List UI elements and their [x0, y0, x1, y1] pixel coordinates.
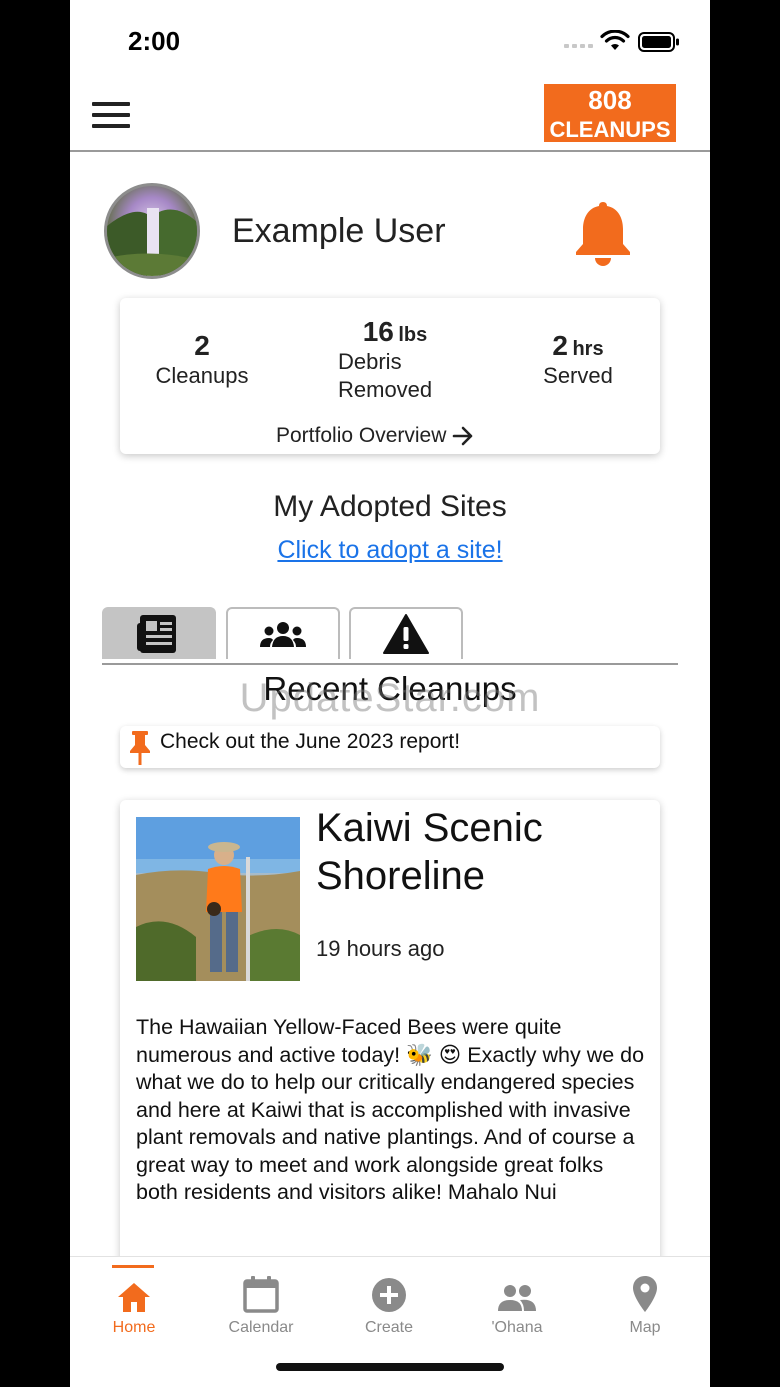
bottom-tab-home-label: Home [112, 1319, 156, 1336]
debris-value: 16 [362, 316, 394, 347]
newspaper-icon [137, 615, 176, 653]
phone-screen: 2:00 808 CLEANUPS Example User 2 Cleanup… [70, 0, 710, 1387]
808-cleanups-logo[interactable]: 808 CLEANUPS [544, 84, 676, 142]
home-icon [118, 1283, 150, 1312]
cellular-signal-icon [564, 44, 593, 48]
arrow-right-icon [453, 426, 473, 446]
tab-alerts[interactable] [349, 607, 463, 659]
bell-icon[interactable] [574, 198, 632, 268]
report-banner[interactable]: Check out the June 2023 report! [120, 726, 660, 768]
calendar-icon [243, 1276, 279, 1313]
status-time: 2:00 [128, 26, 181, 56]
top-nav-bar: 808 CLEANUPS [70, 82, 710, 152]
warning-icon [383, 614, 429, 654]
cleanup-post-card[interactable]: Kaiwi Scenic Shoreline 19 hours ago The … [120, 800, 660, 1270]
hours-stat: 2 hrs Served [520, 330, 636, 390]
group-icon [260, 622, 306, 647]
debris-stat: 16 lbs Debris Removed [320, 316, 470, 404]
hours-label: Served [543, 363, 613, 388]
people-icon [498, 1285, 536, 1311]
cleanups-label: Cleanups [155, 363, 249, 388]
bottom-tab-create-label: Create [364, 1319, 414, 1336]
tab-group[interactable] [226, 607, 340, 659]
waterfall-photo [107, 208, 197, 276]
report-banner-text: Check out the June 2023 report! [160, 730, 461, 753]
debris-unit: lbs [398, 324, 428, 346]
bottom-tab-calendar[interactable]: Calendar [206, 1257, 316, 1337]
stats-card: 2 Cleanups 16 lbs Debris Removed 2 hrs S… [120, 298, 660, 454]
post-title: Kaiwi Scenic Shoreline [316, 806, 543, 898]
battery-icon [638, 32, 679, 52]
add-circle-icon [372, 1278, 406, 1312]
status-bar: 2:00 [70, 0, 710, 82]
svg-text:808: 808 [588, 85, 631, 115]
recent-cleanups-title: Recent Cleanups [263, 670, 517, 707]
bottom-tab-home[interactable]: Home [79, 1257, 189, 1337]
svg-text:CLEANUPS: CLEANUPS [549, 117, 670, 142]
hours-unit: hrs [572, 338, 604, 360]
adopted-sites-title: My Adopted Sites [273, 490, 507, 523]
pin-icon [130, 731, 150, 765]
tab-news[interactable] [102, 607, 216, 659]
post-photo[interactable] [136, 817, 300, 981]
portfolio-overview-label: Portfolio Overview [276, 424, 447, 447]
debris-label-line2: Removed [338, 377, 433, 402]
volunteer-photo [136, 817, 300, 981]
user-name: Example User [232, 212, 446, 250]
wifi-icon [600, 30, 630, 50]
cleanups-value: 2 [194, 330, 210, 361]
bottom-tab-ohana[interactable]: 'Ohana [462, 1257, 572, 1337]
map-pin-icon [633, 1276, 657, 1312]
bottom-tab-calendar-label: Calendar [228, 1319, 294, 1336]
debris-label-line1: Debris [338, 349, 402, 374]
feed-tabs [102, 607, 678, 665]
avatar[interactable] [104, 183, 200, 279]
post-body: The Hawaiian Yellow-Faced Bees were quit… [136, 1015, 645, 1204]
home-indicator[interactable] [276, 1363, 504, 1371]
hours-value: 2 [552, 330, 568, 361]
menu-icon[interactable] [92, 102, 130, 128]
post-timestamp: 19 hours ago [316, 936, 445, 961]
bottom-tab-ohana-label: 'Ohana [491, 1319, 543, 1336]
adopt-site-link[interactable]: Click to adopt a site! [70, 536, 710, 565]
bottom-tab-create[interactable]: Create [334, 1257, 444, 1337]
bottom-tab-map-label: Map [629, 1319, 661, 1336]
bottom-tab-map[interactable]: Map [590, 1257, 700, 1337]
cleanups-stat: 2 Cleanups [142, 330, 262, 390]
portfolio-overview-link[interactable]: Portfolio Overview [276, 424, 474, 448]
